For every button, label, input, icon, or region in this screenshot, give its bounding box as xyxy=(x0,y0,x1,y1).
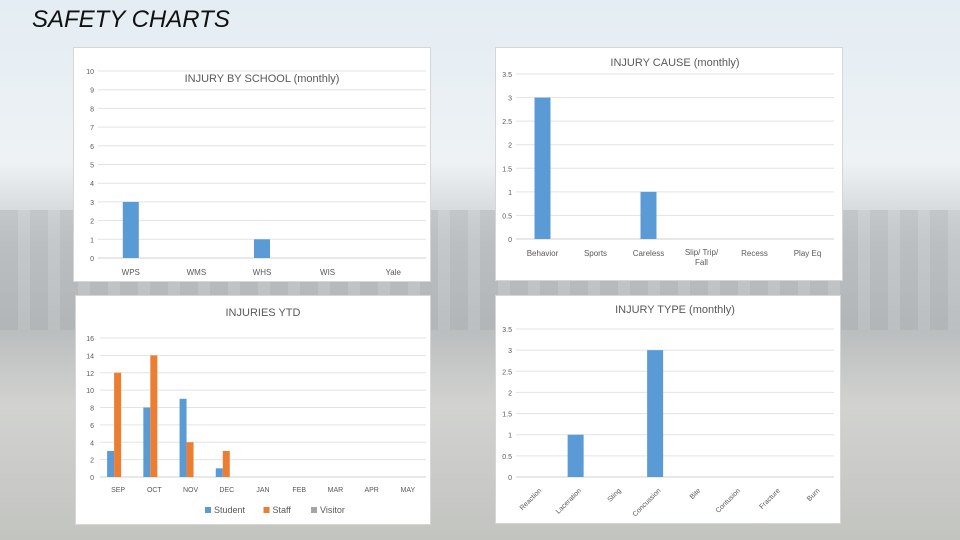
y-tick-label: 5 xyxy=(90,163,94,170)
chart-svg: INJURY TYPE (monthly) 0 0.5 1 1.5 2 2.5 3 3.5 Rea… xyxy=(502,304,834,518)
y-tick-label: 4 xyxy=(90,440,94,447)
y-tick-label: 1.5 xyxy=(502,412,512,419)
chart-title: INJURIES YTD xyxy=(226,307,301,319)
y-tick-label: 0 xyxy=(508,237,512,244)
bar-student-nov xyxy=(179,398,187,477)
y-tick-label: 6 xyxy=(90,144,94,151)
x-tick-label: Slip/ Trip/Fall xyxy=(685,248,719,267)
x-tick-label: Contusion xyxy=(715,487,742,514)
y-tick-label: 8 xyxy=(90,406,94,413)
y-tick-label: 4 xyxy=(90,181,94,188)
y-tick-label: 9 xyxy=(90,88,94,95)
y-tick-label: 0.5 xyxy=(502,454,512,461)
y-tick-label: 2.5 xyxy=(502,119,512,126)
chart-title: INJURY CAUSE (monthly) xyxy=(610,57,739,69)
x-tick-label: WPS xyxy=(122,268,140,277)
y-tick-label: 6 xyxy=(90,423,94,430)
x-tick-label: WHS xyxy=(253,268,272,277)
y-tick-label: 3.5 xyxy=(502,327,512,334)
legend-swatch-visitor xyxy=(311,507,317,513)
x-tick-label: SEP xyxy=(111,487,125,494)
bar-value-laceration xyxy=(567,434,584,477)
chart-injury-by-school: INJURY BY SCHOOL (monthly) 0 1 2 3 4 5 6 7 8 9 10 WP… xyxy=(73,47,431,282)
y-tick-label: 0 xyxy=(508,475,512,482)
y-tick-label: 3 xyxy=(90,200,94,207)
x-tick-label: DEC xyxy=(219,487,234,494)
bar-value-behavior xyxy=(534,97,551,239)
chart-svg: INJURIES YTD 0 2 4 6 8 10 12 14 16 SEP OCT NOV DEC JAN… xyxy=(86,307,426,515)
y-tick-label: 2 xyxy=(508,390,512,397)
y-tick-label: 2 xyxy=(90,458,94,465)
y-tick-label: 2 xyxy=(508,143,512,150)
y-tick-label: 0.5 xyxy=(502,213,512,220)
y-tick-label: 1.5 xyxy=(502,166,512,173)
bar-staff-nov xyxy=(186,442,194,477)
x-tick-label: JAN xyxy=(256,487,269,494)
chart-injury-cause: INJURY CAUSE (monthly) 0 0.5 1 1.5 2 2.5 3 3.5 Be… xyxy=(495,47,843,281)
x-tick-label: OCT xyxy=(147,487,163,494)
y-tick-label: 2.5 xyxy=(502,369,512,376)
x-tick-label: Play Eq xyxy=(794,249,822,258)
y-tick-label: 7 xyxy=(90,125,94,132)
legend-label-staff: Staff xyxy=(273,505,292,515)
y-tick-label: 1 xyxy=(508,190,512,197)
chart-svg: INJURY BY SCHOOL (monthly) 0 1 2 3 4 5 6 7 8 9 10 WP… xyxy=(86,69,426,277)
bar-staff-oct xyxy=(150,355,158,477)
y-tick-label: 2 xyxy=(90,219,94,226)
y-tick-label: 10 xyxy=(86,388,94,395)
legend-label-visitor: Visitor xyxy=(320,505,345,515)
x-tick-label: Reaction xyxy=(519,487,544,512)
x-tick-label: APR xyxy=(364,487,378,494)
x-tick-label: Careless xyxy=(633,249,665,258)
page-title: SAFETY CHARTS xyxy=(32,6,230,33)
legend-swatch-staff xyxy=(263,507,270,513)
x-tick-label: Sports xyxy=(584,249,607,258)
y-tick-label: 3 xyxy=(508,96,512,103)
chart-title: INJURY TYPE (monthly) xyxy=(615,304,735,316)
y-tick-label: 1 xyxy=(508,433,512,440)
y-tick-label: 10 xyxy=(86,69,94,76)
x-tick-label: MAR xyxy=(328,487,344,494)
bar-value-careless xyxy=(640,191,657,239)
bar-student-oct xyxy=(143,407,151,477)
bar-staff-sep xyxy=(114,372,122,477)
x-tick-label: Bite xyxy=(689,487,703,501)
chart-injury-type: INJURY TYPE (monthly) 0 0.5 1 1.5 2 2.5 3 3.5 Rea… xyxy=(495,295,841,524)
x-tick-label: Laceration xyxy=(555,487,583,515)
bar-student-dec xyxy=(215,468,223,477)
y-tick-label: 3 xyxy=(508,348,512,355)
bar-value-concussion xyxy=(647,350,664,477)
bar-staff-dec xyxy=(222,450,230,477)
x-tick-label: NOV xyxy=(183,487,199,494)
x-tick-label: Behavior xyxy=(527,249,559,258)
bar-student-sep xyxy=(107,450,115,477)
bar-value-wps xyxy=(122,201,139,258)
y-tick-label: 12 xyxy=(86,371,94,378)
x-tick-label: WMS xyxy=(187,268,207,277)
x-tick-label: WIS xyxy=(320,268,335,277)
legend-swatch-student xyxy=(205,507,211,513)
y-tick-label: 14 xyxy=(86,353,94,360)
x-tick-label: Fracture xyxy=(758,487,781,510)
y-tick-label: 8 xyxy=(90,106,94,113)
chart-title: INJURY BY SCHOOL (monthly) xyxy=(185,73,340,85)
legend-label-student: Student xyxy=(214,505,246,515)
x-tick-label: FEB xyxy=(292,487,306,494)
y-tick-label: 0 xyxy=(90,475,94,482)
x-tick-label: Concussion xyxy=(632,487,663,518)
x-tick-label: Yale xyxy=(385,268,401,277)
chart-injuries-ytd: INJURIES YTD 0 2 4 6 8 10 12 14 16 SEP OCT NOV DEC JAN… xyxy=(75,295,431,525)
y-tick-label: 0 xyxy=(90,256,94,263)
y-tick-label: 1 xyxy=(90,237,94,244)
chart-svg: INJURY CAUSE (monthly) 0 0.5 1 1.5 2 2.5 3 3.5 Be… xyxy=(502,57,834,267)
bar-value-whs xyxy=(254,239,270,258)
x-tick-label: MAY xyxy=(401,487,416,494)
x-tick-label: Sting xyxy=(607,487,623,503)
x-tick-label: Recess xyxy=(741,249,768,258)
y-tick-label: 16 xyxy=(86,336,94,343)
x-tick-label: Burn xyxy=(806,487,821,502)
y-tick-label: 3.5 xyxy=(502,72,512,79)
